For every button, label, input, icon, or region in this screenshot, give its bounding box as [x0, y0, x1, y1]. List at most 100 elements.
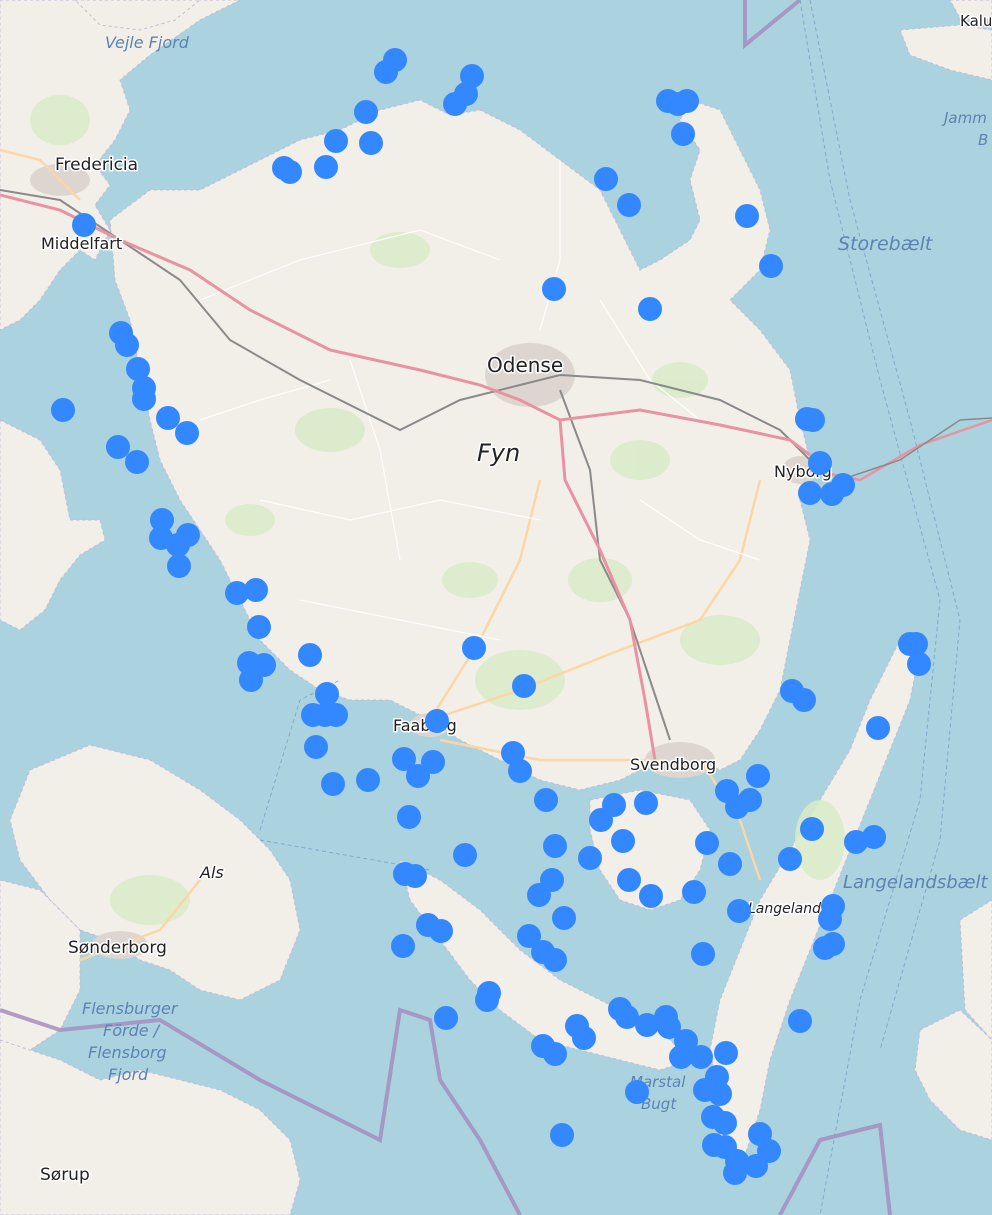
map-marker[interactable] [534, 788, 558, 812]
map-marker[interactable] [735, 204, 759, 228]
map-marker[interactable] [156, 406, 180, 430]
map-marker[interactable] [125, 450, 149, 474]
map-marker[interactable] [443, 92, 467, 116]
map-marker[interactable] [278, 160, 302, 184]
map-marker[interactable] [244, 578, 268, 602]
map-marker[interactable] [572, 1026, 596, 1050]
label-sorup: Sørup [40, 1165, 90, 1185]
map-marker[interactable] [167, 554, 191, 578]
map-marker[interactable] [617, 193, 641, 217]
map-marker[interactable] [72, 213, 96, 237]
label-langeland: Langeland [748, 901, 821, 917]
map-marker[interactable] [638, 297, 662, 321]
map-marker[interactable] [689, 1045, 713, 1069]
map-marker[interactable] [166, 533, 190, 557]
map-marker[interactable] [314, 155, 338, 179]
map-marker[interactable] [475, 988, 499, 1012]
map-marker[interactable] [247, 615, 271, 639]
label-odense: Odense [487, 353, 563, 377]
map-marker[interactable] [907, 652, 931, 676]
map-marker[interactable] [759, 254, 783, 278]
map-marker[interactable] [800, 817, 824, 841]
map-marker[interactable] [617, 868, 641, 892]
map-marker[interactable] [391, 934, 415, 958]
map-marker[interactable] [453, 843, 477, 867]
map-marker[interactable] [708, 1082, 732, 1106]
map-marker[interactable] [403, 864, 427, 888]
map-marker[interactable] [324, 703, 348, 727]
map-marker[interactable] [725, 795, 749, 819]
map-marker[interactable] [356, 768, 380, 792]
label-langelandsbaelt: Langelandsbælt [843, 872, 989, 893]
map-marker[interactable] [298, 643, 322, 667]
map-marker[interactable] [611, 829, 635, 853]
map-svg[interactable]: Vejle Fjord Storebælt Langelandsbælt Jam… [0, 0, 992, 1215]
map-canvas[interactable]: Vejle Fjord Storebælt Langelandsbælt Jam… [0, 0, 992, 1215]
map-marker[interactable] [671, 122, 695, 146]
map-marker[interactable] [543, 834, 567, 858]
map-marker[interactable] [508, 759, 532, 783]
map-marker[interactable] [527, 883, 551, 907]
label-kalundborg: Kalu [960, 12, 992, 30]
label-jammerland-2: B [978, 131, 988, 149]
map-marker[interactable] [239, 668, 263, 692]
map-marker[interactable] [512, 674, 536, 698]
map-marker[interactable] [820, 482, 844, 506]
map-marker[interactable] [862, 825, 886, 849]
map-marker[interactable] [374, 60, 398, 84]
map-marker[interactable] [818, 907, 842, 931]
label-als: Als [199, 863, 224, 882]
label-flensburger-4: Fjord [108, 1065, 149, 1084]
map-marker[interactable] [625, 1080, 649, 1104]
map-marker[interactable] [634, 791, 658, 815]
map-marker[interactable] [727, 899, 751, 923]
map-marker[interactable] [639, 884, 663, 908]
map-marker[interactable] [304, 735, 328, 759]
label-storebaelt: Storebælt [838, 233, 934, 255]
map-marker[interactable] [434, 1006, 458, 1030]
map-marker[interactable] [723, 1161, 747, 1185]
map-marker[interactable] [714, 1041, 738, 1065]
map-marker[interactable] [552, 906, 576, 930]
map-marker[interactable] [718, 852, 742, 876]
map-marker[interactable] [321, 772, 345, 796]
map-marker[interactable] [788, 1009, 812, 1033]
map-marker[interactable] [429, 919, 453, 943]
label-fredericia: Fredericia [55, 155, 138, 175]
map-marker[interactable] [713, 1111, 737, 1135]
map-marker[interactable] [315, 682, 339, 706]
map-marker[interactable] [397, 805, 421, 829]
map-marker[interactable] [666, 92, 690, 116]
map-marker[interactable] [106, 435, 130, 459]
map-marker[interactable] [808, 451, 832, 475]
map-marker[interactable] [801, 408, 825, 432]
map-marker[interactable] [542, 277, 566, 301]
map-marker[interactable] [132, 387, 156, 411]
map-marker[interactable] [354, 100, 378, 124]
label-flensburger-1: Flensburger [82, 999, 179, 1018]
map-marker[interactable] [589, 808, 613, 832]
map-marker[interactable] [746, 764, 770, 788]
map-marker[interactable] [682, 880, 706, 904]
map-marker[interactable] [866, 716, 890, 740]
map-marker[interactable] [744, 1154, 768, 1178]
map-marker[interactable] [695, 831, 719, 855]
map-marker[interactable] [115, 333, 139, 357]
map-marker[interactable] [798, 481, 822, 505]
map-marker[interactable] [324, 129, 348, 153]
map-marker[interactable] [578, 846, 602, 870]
map-marker[interactable] [543, 948, 567, 972]
map-marker[interactable] [425, 709, 449, 733]
map-marker[interactable] [778, 847, 802, 871]
map-marker[interactable] [594, 167, 618, 191]
map-marker[interactable] [691, 942, 715, 966]
map-marker[interactable] [175, 421, 199, 445]
map-marker[interactable] [543, 1042, 567, 1066]
map-marker[interactable] [406, 764, 430, 788]
map-marker[interactable] [51, 398, 75, 422]
map-marker[interactable] [550, 1123, 574, 1147]
map-marker[interactable] [462, 636, 486, 660]
map-marker[interactable] [792, 688, 816, 712]
map-marker[interactable] [359, 131, 383, 155]
map-marker[interactable] [821, 932, 845, 956]
